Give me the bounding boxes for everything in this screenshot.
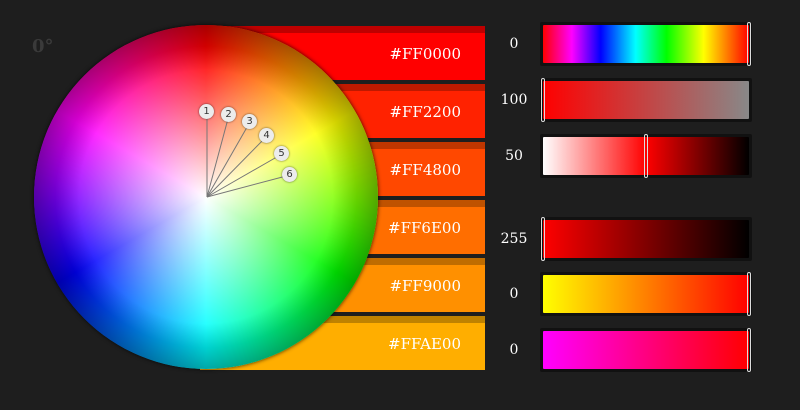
blue-slider-bar — [543, 328, 751, 372]
lightness-slider[interactable] — [540, 134, 752, 178]
blue-slider-row: 0 — [500, 328, 760, 372]
lightness-slider-bar — [543, 134, 749, 178]
swatch-hex: #FF4800 — [389, 161, 461, 179]
swatch-hex: #FF0000 — [389, 45, 461, 63]
hue-value: 0 — [509, 36, 519, 52]
saturation-slider-bar — [541, 78, 749, 122]
green-slider-thumb[interactable] — [747, 272, 751, 316]
hue-slider[interactable] — [540, 22, 752, 66]
wheel-edge-shading — [34, 25, 378, 369]
saturation-slider-row: 100 — [500, 78, 760, 122]
hue-slider-thumb[interactable] — [747, 22, 751, 66]
blue-slider-thumb[interactable] — [747, 328, 751, 372]
blue-value: 0 — [509, 342, 519, 358]
hue-slider-row: 0 — [500, 22, 760, 66]
red-slider-bar — [541, 217, 749, 261]
green-slider[interactable] — [540, 272, 752, 316]
lightness-slider-thumb[interactable] — [644, 134, 648, 178]
green-slider-row: 0 — [500, 272, 760, 316]
wheel-marker-2[interactable]: 2 — [221, 107, 236, 122]
wheel-marker-6[interactable]: 6 — [282, 167, 297, 182]
green-value: 0 — [509, 286, 519, 302]
swatch-hex: #FF2200 — [389, 103, 461, 121]
color-wheel[interactable] — [34, 25, 378, 369]
saturation-value: 100 — [500, 92, 528, 108]
saturation-slider[interactable] — [540, 78, 752, 122]
lightness-slider-row: 50 — [500, 134, 760, 178]
lightness-value: 50 — [505, 148, 523, 164]
wheel-marker-1[interactable]: 1 — [199, 104, 214, 119]
hue-angle-readout: 0° — [32, 36, 54, 57]
swatch-hex: #FF6E00 — [388, 219, 461, 237]
red-value: 255 — [500, 231, 528, 247]
red-slider[interactable] — [540, 217, 752, 261]
swatch-hex: #FFAE00 — [388, 335, 461, 353]
blue-slider[interactable] — [540, 328, 752, 372]
red-slider-thumb[interactable] — [541, 217, 545, 261]
swatch-hex: #FF9000 — [389, 277, 461, 295]
wheel-marker-5[interactable]: 5 — [274, 146, 289, 161]
red-slider-row: 255 — [500, 217, 760, 261]
hue-slider-bar — [543, 22, 751, 66]
wheel-marker-3[interactable]: 3 — [242, 114, 257, 129]
saturation-slider-thumb[interactable] — [541, 78, 545, 122]
wheel-marker-4[interactable]: 4 — [259, 128, 274, 143]
green-slider-bar — [543, 272, 751, 316]
